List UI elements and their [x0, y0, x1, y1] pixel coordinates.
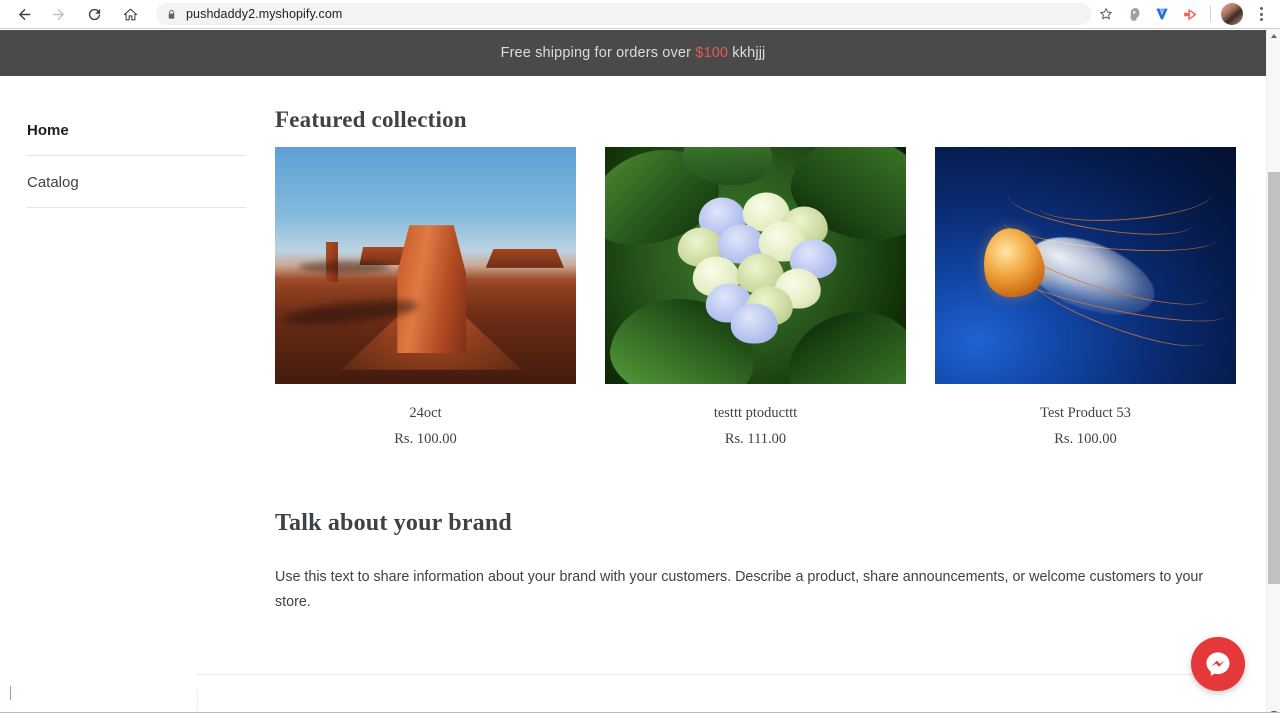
scroll-up-button[interactable]	[1267, 29, 1280, 43]
sidebar-item-label: Home	[27, 122, 69, 139]
announcement-text: Free shipping for orders over $100 kkhjj…	[501, 45, 766, 61]
announcement-bar: Free shipping for orders over $100 kkhjj…	[0, 30, 1266, 76]
brand-body-text: Use this text to share information about…	[275, 569, 1204, 610]
back-button[interactable]	[10, 0, 38, 28]
head-profile-icon	[1130, 8, 1140, 21]
footer-divider	[197, 674, 1241, 675]
extension-red-play-button[interactable]	[1177, 1, 1203, 27]
scroll-up-arrow-icon	[1270, 34, 1277, 38]
product-price: Rs. 111.00	[724, 431, 787, 447]
extension-head-profile-button[interactable]	[1121, 1, 1147, 27]
lock-icon	[166, 9, 177, 20]
sidebar-item-label: Catalog	[27, 174, 79, 191]
product-price: Rs. 100.00	[394, 431, 457, 447]
product-title: Test Product 53	[1040, 405, 1131, 421]
reload-icon	[88, 8, 100, 20]
vertical-scrollbar[interactable]	[1266, 29, 1280, 720]
main-column: Featured collection 24oct Rs. 100.00 tes…	[197, 76, 1241, 675]
url-text: pushdaddy2.myshopify.com	[186, 7, 343, 21]
blue-v-icon	[1156, 8, 1168, 20]
product-card[interactable]: Test Product 53 Rs. 100.00	[935, 147, 1236, 448]
product-image-jellyfish[interactable]	[935, 147, 1236, 384]
announcement-suffix: kkhjjj	[728, 45, 766, 61]
forward-button[interactable]	[44, 0, 72, 28]
brand-heading: Talk about your brand	[275, 510, 512, 536]
three-dot-menu-icon	[1250, 7, 1272, 21]
page-caret	[10, 686, 11, 700]
product-card[interactable]: 24oct Rs. 100.00	[275, 147, 576, 448]
chrome-menu-button[interactable]	[1248, 1, 1274, 27]
messenger-icon	[1206, 652, 1230, 676]
window-bottom-edge	[0, 712, 1280, 720]
back-arrow-icon	[18, 8, 30, 20]
bottom-divider	[197, 689, 198, 711]
product-title: testtt ptoducttt	[713, 405, 798, 421]
avatar[interactable]	[1221, 3, 1243, 25]
featured-collection-heading: Featured collection	[275, 107, 467, 132]
sidebar-item-home[interactable]: Home	[27, 114, 246, 156]
forward-arrow-icon	[52, 8, 64, 20]
announcement-prefix: Free shipping for orders over	[500, 45, 696, 61]
extension-blue-v-button[interactable]	[1149, 1, 1175, 27]
toolbar-actions	[1091, 1, 1274, 27]
product-grid: 24oct Rs. 100.00 testtt ptoducttt Rs. 11…	[275, 147, 1240, 448]
star-icon	[1100, 8, 1112, 20]
scrollbar-thumb[interactable]	[1268, 172, 1280, 584]
product-image-desert-butte[interactable]	[275, 147, 576, 384]
home-button[interactable]	[116, 0, 144, 28]
page-viewport: Free shipping for orders over $100 kkhjj…	[0, 29, 1266, 720]
browser-toolbar: pushdaddy2.myshopify.com	[0, 0, 1280, 29]
home-icon	[123, 8, 137, 20]
product-price: Rs. 100.00	[1054, 431, 1117, 447]
address-bar[interactable]: pushdaddy2.myshopify.com	[156, 3, 1091, 25]
announcement-highlight: $100	[695, 45, 729, 61]
red-play-icon	[1183, 8, 1196, 20]
product-image-hydrangea[interactable]	[605, 147, 906, 384]
product-title: 24oct	[409, 405, 442, 421]
brand-section: Talk about your brand Use this text to s…	[275, 510, 1221, 615]
toolbar-divider	[1210, 6, 1211, 22]
bookmark-button[interactable]	[1093, 1, 1119, 27]
store-content: Home Catalog Featured collection 24oct R…	[0, 76, 1266, 720]
sidebar-item-catalog[interactable]: Catalog	[27, 156, 246, 208]
sidebar-nav: Home Catalog	[27, 114, 246, 208]
reload-button[interactable]	[80, 0, 108, 28]
product-card[interactable]: testtt ptoducttt Rs. 111.00	[605, 147, 906, 448]
messenger-chat-button[interactable]	[1191, 637, 1245, 691]
